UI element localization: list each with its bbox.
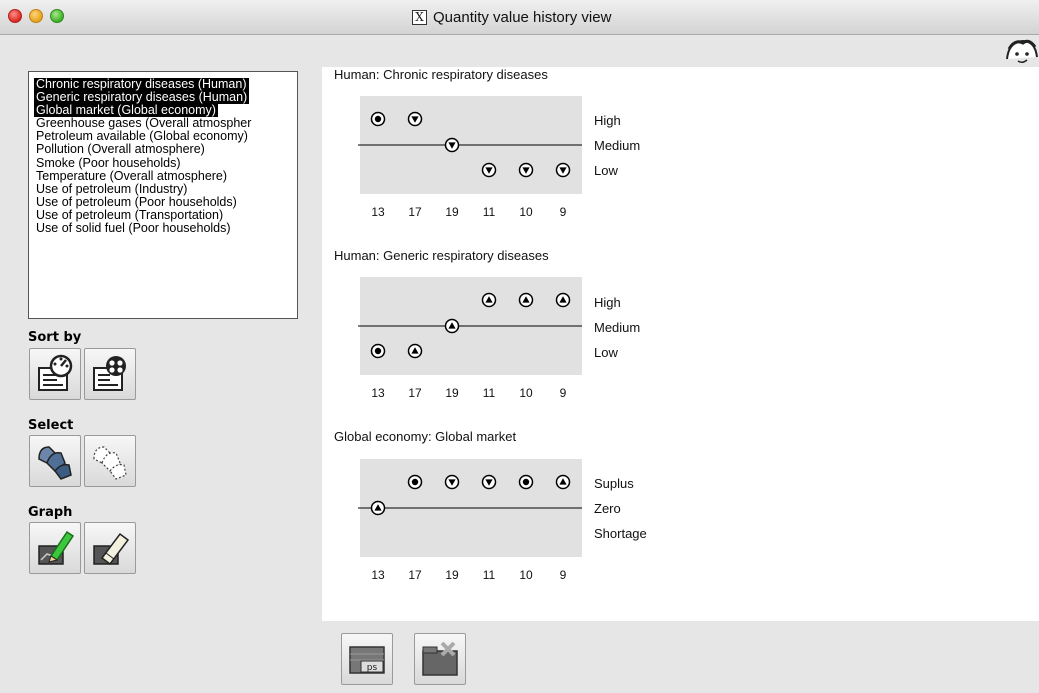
- x11-icon: X: [412, 9, 427, 25]
- x-tick-label: 19: [445, 386, 459, 400]
- quantity-list-item[interactable]: Temperature (Overall atmosphere): [34, 169, 229, 183]
- x-tick-label: 11: [482, 386, 496, 400]
- chart-1-title: Human: Chronic respiratory diseases: [334, 67, 548, 82]
- value-marker-down: [555, 162, 571, 178]
- chart-2-title: Human: Generic respiratory diseases: [334, 248, 549, 263]
- chart-2-level-label: Low: [594, 345, 618, 360]
- sort-by-label: Sort by: [28, 330, 82, 345]
- chart-3-level-label: Shortage: [594, 526, 647, 541]
- zoom-window-button[interactable]: [50, 9, 64, 23]
- value-marker-up: [444, 318, 460, 334]
- value-marker-down: [481, 162, 497, 178]
- window-title-group: X Quantity value history view: [412, 7, 611, 27]
- export-postscript-button[interactable]: ps: [341, 633, 393, 685]
- chart-2-level-label: Medium: [594, 320, 641, 335]
- postscript-document-icon: ps: [349, 646, 385, 674]
- value-marker-steady: [370, 111, 386, 127]
- quantity-list-item[interactable]: Use of solid fuel (Poor households): [34, 221, 233, 235]
- chart-3-plot: [358, 459, 582, 557]
- chart-3-title: Global economy: Global market: [334, 429, 517, 444]
- x-tick-label: 17: [408, 205, 422, 219]
- unselected-shapes-icon: [93, 446, 127, 480]
- chart-2-level-label: High: [594, 295, 621, 310]
- value-marker-up: [407, 343, 423, 359]
- value-marker-down: [444, 474, 460, 490]
- x-tick-label: 13: [371, 205, 385, 219]
- quantity-list[interactable]: Chronic respiratory diseases (Human) Gene…: [28, 71, 298, 319]
- x-tick-label: 10: [519, 205, 533, 219]
- chart-1-plot: [358, 96, 582, 194]
- value-marker-up: [555, 292, 571, 308]
- value-marker-steady: [370, 343, 386, 359]
- value-marker-down: [481, 474, 497, 490]
- value-marker-up: [518, 292, 534, 308]
- chart-2-svg: [358, 292, 582, 359]
- value-marker-down: [518, 162, 534, 178]
- clear-graph-button[interactable]: [84, 522, 136, 574]
- selected-shapes-icon: [38, 446, 72, 480]
- value-marker-down: [444, 137, 460, 153]
- history-graph-area: Human: Chronic respiratory diseases High…: [322, 67, 1039, 621]
- quantity-list-item[interactable]: Smoke (Poor households): [34, 156, 183, 170]
- chart-1-level-label: High: [594, 113, 621, 128]
- chart-3-level-label: Suplus: [594, 476, 634, 491]
- title-bar: X Quantity value history view: [0, 0, 1039, 35]
- x-tick-label: 9: [559, 205, 567, 219]
- x-tick-label: 11: [482, 568, 496, 582]
- sort-by-reel-button[interactable]: [84, 348, 136, 400]
- quantity-list-item[interactable]: Pollution (Overall atmosphere): [34, 143, 207, 156]
- x-tick-label: 19: [445, 205, 459, 219]
- value-marker-up: [555, 474, 571, 490]
- x-tick-label: 17: [408, 386, 422, 400]
- x-tick-label: 9: [559, 386, 567, 400]
- select-all-button[interactable]: [29, 435, 81, 487]
- x-tick-label: 13: [371, 386, 385, 400]
- x-tick-label: 19: [445, 568, 459, 582]
- gauge-sheet-icon: [38, 354, 73, 391]
- select-label: Select: [28, 418, 74, 433]
- close-window-button[interactable]: [8, 9, 22, 23]
- graph-label: Graph: [28, 505, 73, 520]
- chart-3-svg: [358, 474, 582, 516]
- character-face-icon: [1006, 39, 1038, 64]
- svg-text:ps: ps: [367, 663, 378, 673]
- x-tick-label: 9: [559, 568, 567, 582]
- chart-2-plot: [358, 277, 582, 375]
- value-marker-down: [407, 111, 423, 127]
- chart-1-svg: [358, 111, 582, 178]
- quantity-list-item[interactable]: Use of petroleum (Industry): [34, 182, 189, 196]
- x-tick-label: 13: [371, 568, 385, 582]
- x-tick-label: 10: [519, 568, 533, 582]
- value-marker-steady: [407, 474, 423, 490]
- chart-1-level-label: Medium: [594, 138, 641, 153]
- value-marker-up: [481, 292, 497, 308]
- close-view-button[interactable]: [414, 633, 466, 685]
- chart-1-level-label: Low: [594, 163, 618, 178]
- window-title: Quantity value history view: [433, 8, 612, 26]
- folder-close-icon: [422, 641, 458, 676]
- pencil-chart-icon: [38, 530, 75, 565]
- quantity-list-item[interactable]: Use of petroleum (Poor households): [34, 195, 239, 209]
- value-marker-up: [370, 500, 386, 516]
- eraser-chart-icon: [93, 532, 130, 566]
- minimize-window-button[interactable]: [29, 9, 43, 23]
- x-tick-label: 17: [408, 568, 422, 582]
- select-none-button[interactable]: [84, 435, 136, 487]
- draw-graph-button[interactable]: [29, 522, 81, 574]
- x-tick-label: 11: [482, 205, 496, 219]
- value-marker-steady: [518, 474, 534, 490]
- sort-by-gauge-button[interactable]: [29, 348, 81, 400]
- x-tick-label: 10: [519, 386, 533, 400]
- film-reel-sheet-icon: [93, 356, 126, 391]
- chart-3-level-label: Zero: [594, 501, 621, 516]
